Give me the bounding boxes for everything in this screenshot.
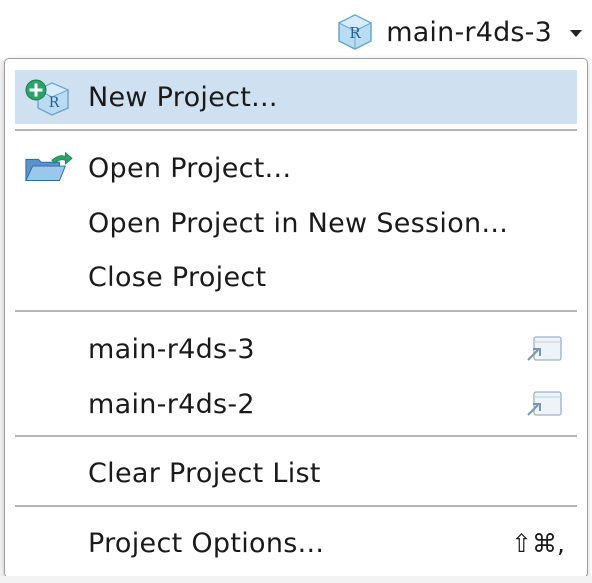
menu-item-label: Clear Project List xyxy=(88,457,321,489)
background-strip xyxy=(0,576,592,583)
menu-item-recent-project-main-r4ds-2[interactable]: main-r4ds-2 xyxy=(15,377,577,431)
menu-item-label: New Project... xyxy=(88,81,278,113)
open-in-new-window-icon[interactable] xyxy=(525,335,563,363)
menu-item-open-project-new-session[interactable]: Open Project in New Session... xyxy=(15,196,577,250)
menu-item-close-project[interactable]: Close Project xyxy=(15,250,577,304)
svg-text:R: R xyxy=(350,24,362,42)
menu-item-label: Open Project... xyxy=(88,152,292,184)
project-name: main-r4ds-3 xyxy=(386,16,552,48)
menu-item-label: main-r4ds-3 xyxy=(88,333,255,365)
menu-separator xyxy=(15,505,577,507)
open-in-new-window-icon[interactable] xyxy=(525,390,563,418)
toolbar: R main-r4ds-3 xyxy=(0,0,592,60)
menu-separator xyxy=(15,129,577,131)
keyboard-shortcut: ⇧⌘, xyxy=(511,528,565,558)
new-project-icon: R xyxy=(23,77,73,117)
menu-item-clear-project-list[interactable]: Clear Project List xyxy=(15,446,577,500)
project-dropdown-menu: R New Project... Open Project... Open Pr… xyxy=(4,58,588,578)
menu-separator xyxy=(15,435,577,437)
open-folder-icon xyxy=(23,148,73,188)
project-menu-button[interactable]: R main-r4ds-3 xyxy=(336,10,582,54)
menu-item-project-options[interactable]: Project Options... ⇧⌘, xyxy=(15,516,577,570)
menu-item-label: Open Project in New Session... xyxy=(88,207,509,239)
menu-item-label: main-r4ds-2 xyxy=(88,388,255,420)
menu-item-new-project[interactable]: R New Project... xyxy=(15,70,577,124)
menu-item-open-project[interactable]: Open Project... xyxy=(15,141,577,195)
menu-item-recent-project-main-r4ds-3[interactable]: main-r4ds-3 xyxy=(15,322,577,376)
r-project-cube-icon: R xyxy=(338,14,373,50)
svg-text:R: R xyxy=(49,95,60,111)
caret-down-icon[interactable] xyxy=(570,30,582,37)
menu-separator xyxy=(15,310,577,312)
menu-item-label: Close Project xyxy=(88,261,267,293)
menu-item-label: Project Options... xyxy=(88,527,325,559)
